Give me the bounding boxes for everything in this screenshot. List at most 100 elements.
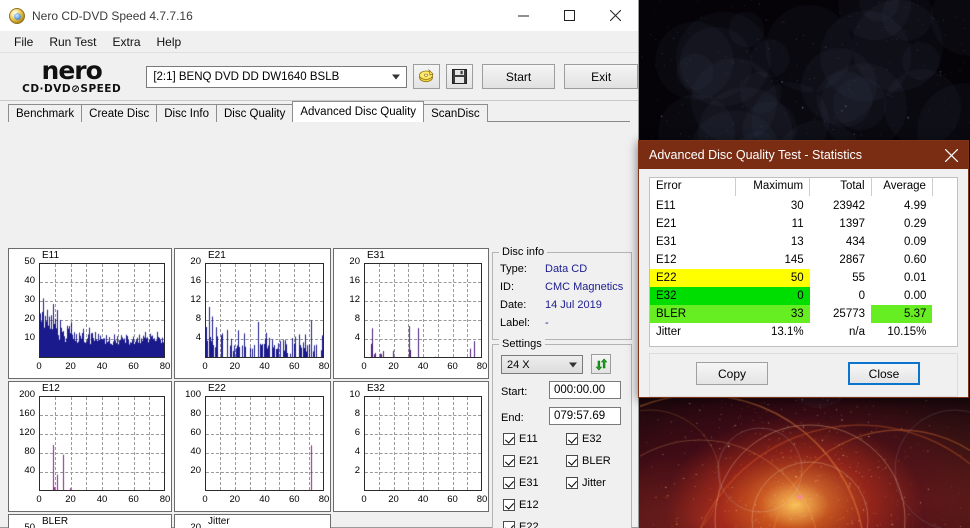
- maximize-icon[interactable]: [546, 1, 592, 31]
- checkbox-e31[interactable]: E31: [503, 477, 539, 489]
- copy-button[interactable]: Copy: [696, 362, 768, 385]
- x-axis-tick: 40: [417, 361, 429, 372]
- y-axis-tick: 200: [19, 389, 35, 400]
- tab-advanced-disc-quality[interactable]: Advanced Disc Quality: [292, 101, 425, 122]
- speed-select[interactable]: 24 X: [501, 355, 583, 374]
- cell-maximum: 30: [790, 199, 804, 212]
- x-axis-tick: 60: [288, 361, 300, 372]
- start-time-field[interactable]: 000:00.00: [549, 381, 621, 399]
- cell-error: E11: [656, 199, 676, 212]
- tab-disc-quality[interactable]: Disc Quality: [216, 104, 294, 122]
- x-axis-tick: 40: [417, 494, 429, 505]
- checkbox-icon: [566, 433, 578, 445]
- close-icon[interactable]: [592, 1, 638, 31]
- checkbox-label: E31: [519, 477, 539, 489]
- y-axis-tick: 8: [195, 313, 201, 324]
- disc-date-value: 14 Jul 2019: [545, 299, 602, 311]
- cell-maximum: 13.1%: [771, 325, 804, 338]
- cell-error: Jitter: [656, 325, 681, 338]
- cell-average: 5.37: [871, 304, 933, 323]
- cell-average: 0.00: [904, 289, 927, 302]
- x-axis-tick: 40: [259, 361, 270, 372]
- disc-type-value: Data CD: [545, 263, 588, 275]
- checkbox-e32[interactable]: E32: [566, 433, 602, 445]
- table-row[interactable]: BLER 33 25773 5.37: [650, 304, 957, 323]
- disc-label-value: -: [545, 317, 549, 329]
- nero-logo-subtitle: CD·DVD⊘SPEED: [22, 83, 122, 96]
- chart-e11: E11 10 20 30 40 50 0 20 40 60 80: [8, 248, 172, 379]
- x-axis-tick: 60: [447, 494, 458, 505]
- checkbox-bler[interactable]: BLER: [566, 455, 611, 467]
- cell-spacer: [932, 197, 957, 215]
- x-axis-tick: 0: [361, 361, 367, 372]
- checkbox-label: E32: [582, 433, 602, 445]
- cell-maximum: 50: [735, 268, 810, 287]
- start-button[interactable]: Start: [481, 64, 556, 89]
- checkbox-label: E22: [519, 521, 539, 528]
- chart-series: [206, 397, 323, 490]
- cell-spacer: [932, 269, 957, 287]
- y-axis-tick: 160: [19, 408, 35, 419]
- chart-title: E31: [367, 250, 385, 261]
- table-row[interactable]: E12 145 2867 0.60: [650, 251, 957, 269]
- x-axis-tick: 0: [36, 494, 42, 505]
- table-row[interactable]: E31 13 434 0.09: [650, 233, 957, 251]
- menu-help[interactable]: Help: [149, 33, 190, 51]
- y-axis-tick: 4: [354, 446, 360, 457]
- y-axis-tick: 16: [190, 275, 201, 286]
- chart-e22: E22 20 40 60 80 100 0 20 40 60 80: [174, 381, 331, 512]
- checkbox-e21[interactable]: E21: [503, 455, 539, 467]
- chevron-down-icon: [569, 362, 577, 367]
- table-row[interactable]: E21 11 1397 0.29: [650, 215, 957, 233]
- checkbox-jitter[interactable]: Jitter: [566, 477, 606, 489]
- disc-info-legend: Disc info: [499, 246, 548, 258]
- chart-title: BLER: [42, 516, 69, 527]
- end-time-field[interactable]: 079:57.69: [549, 407, 621, 425]
- table-header-row: Error Maximum Total Average: [650, 178, 957, 197]
- checkbox-e22[interactable]: E22: [503, 521, 539, 528]
- drive-select[interactable]: [2:1] BENQ DVD DD DW1640 BSLB: [146, 65, 407, 88]
- save-button[interactable]: [445, 64, 473, 89]
- table-row[interactable]: E11 30 23942 4.99: [650, 197, 957, 215]
- eject-disc-button[interactable]: [413, 64, 440, 89]
- menu-extra[interactable]: Extra: [104, 33, 148, 51]
- cell-maximum: 145: [784, 253, 804, 266]
- table-row[interactable]: Jitter 13.1% n/a 10.15%: [650, 323, 957, 341]
- checkbox-icon: [503, 499, 515, 511]
- tab-create-disc[interactable]: Create Disc: [81, 104, 158, 122]
- x-axis-tick: 40: [96, 361, 108, 372]
- speed-select-value: 24 X: [507, 358, 530, 371]
- table-row[interactable]: E32 0 0 0.00: [650, 286, 957, 305]
- toolbar: nero CD·DVD⊘SPEED [2:1] BENQ DVD DD DW16…: [0, 53, 638, 101]
- menu-run-test[interactable]: Run Test: [41, 33, 104, 51]
- chart-e31: E31 4 8 12 16 20 0 20 40 60 80: [333, 248, 489, 379]
- refresh-button[interactable]: [591, 354, 611, 374]
- x-axis-tick: 0: [202, 361, 208, 372]
- tab-scandisc[interactable]: ScanDisc: [423, 104, 488, 122]
- checkbox-label: BLER: [582, 455, 611, 467]
- close-icon[interactable]: [934, 142, 968, 169]
- minimize-icon[interactable]: [500, 1, 546, 31]
- y-axis-tick: 80: [24, 446, 35, 457]
- exit-button[interactable]: Exit: [564, 64, 638, 89]
- tab-benchmark[interactable]: Benchmark: [8, 104, 83, 122]
- tab-disc-info[interactable]: Disc Info: [156, 104, 217, 122]
- cell-error: BLER: [650, 304, 736, 323]
- y-axis-tick: 20: [190, 256, 201, 267]
- menu-file[interactable]: File: [6, 33, 41, 51]
- col-maximum: Maximum: [735, 178, 811, 197]
- y-axis-tick: 40: [24, 275, 35, 286]
- y-axis-tick: 80: [190, 408, 201, 419]
- cell-spacer: [932, 233, 957, 251]
- checkbox-e12[interactable]: E12: [503, 499, 539, 511]
- checkbox-label: E21: [519, 455, 539, 467]
- checkbox-icon: [503, 477, 515, 489]
- checkbox-e11[interactable]: E11: [503, 433, 538, 445]
- checkbox-icon: [503, 455, 515, 467]
- close-button[interactable]: Close: [848, 362, 920, 385]
- disc-info-group: Disc info Type: Data CD ID: CMC Magnetic…: [492, 246, 632, 340]
- table-row[interactable]: E22 50 55 0.01: [650, 268, 957, 287]
- chart-title: E22: [208, 383, 226, 394]
- x-axis-tick: 20: [229, 361, 241, 372]
- cell-spacer: [932, 215, 957, 233]
